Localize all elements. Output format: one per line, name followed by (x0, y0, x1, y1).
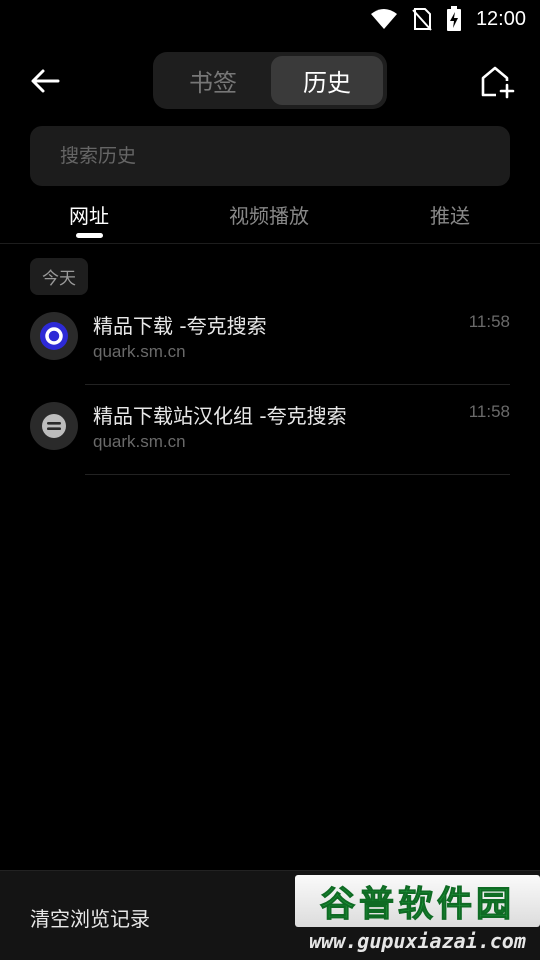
search-input[interactable] (60, 126, 490, 186)
no-sim-icon (412, 8, 432, 31)
arrow-left-icon (31, 69, 60, 93)
history-item-title: 精品下载站汉化组 -夸克搜索 (93, 404, 347, 428)
site-icon (30, 312, 78, 360)
date-group-label: 今天 (30, 258, 88, 295)
battery-charging-icon (446, 6, 461, 31)
watermark: 谷普软件园 www.gupuxiazai.com (295, 875, 540, 960)
status-time: 12:00 (475, 7, 526, 30)
divider (85, 474, 510, 475)
bookmark-history-switch: 书签 历史 (153, 52, 387, 109)
tab-history[interactable]: 历史 (271, 56, 383, 105)
history-item-url: quark.sm.cn (93, 432, 186, 451)
wifi-icon (370, 9, 397, 29)
active-tab-indicator (76, 233, 103, 238)
history-item-title: 精品下载 -夸克搜索 (93, 314, 267, 338)
history-item[interactable]: 精品下载 -夸克搜索 quark.sm.cn 11:58 (0, 296, 540, 386)
history-item[interactable]: 精品下载站汉化组 -夸克搜索 quark.sm.cn 11:58 (0, 386, 540, 476)
history-item-time: 11:58 (468, 402, 510, 421)
site-globe-icon (42, 414, 66, 438)
tab-bookmarks[interactable]: 书签 (157, 56, 269, 105)
quark-icon (40, 322, 68, 350)
back-button[interactable] (26, 62, 64, 100)
home-add-icon (481, 66, 515, 99)
site-icon (30, 402, 78, 450)
history-item-url: quark.sm.cn (93, 342, 186, 361)
tab-push[interactable]: 推送 (430, 200, 470, 232)
divider (85, 384, 510, 385)
watermark-logo: 谷普软件园 (295, 875, 540, 927)
history-item-time: 11:58 (468, 312, 510, 331)
divider (0, 243, 540, 244)
watermark-url: www.gupuxiazai.com (309, 929, 526, 953)
tab-video-playback[interactable]: 视频播放 (229, 200, 309, 232)
status-bar: 12:00 (0, 0, 540, 36)
status-icons: 12:00 (370, 6, 526, 32)
add-to-home-button[interactable] (478, 62, 518, 102)
clear-history-button[interactable]: 清空浏览记录 (30, 903, 150, 932)
tab-urls[interactable]: 网址 (69, 200, 109, 232)
search-box (30, 126, 510, 186)
